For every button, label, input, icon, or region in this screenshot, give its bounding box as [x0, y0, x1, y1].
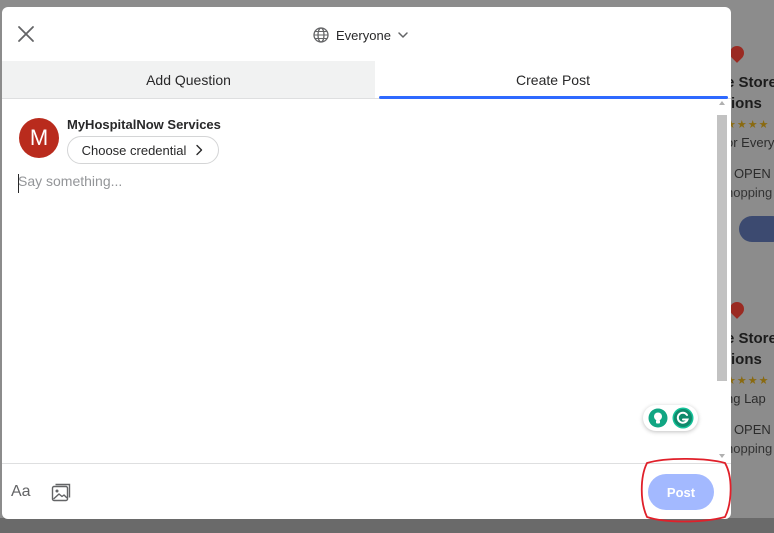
post-text-input[interactable]: [18, 173, 708, 453]
store-title-line2: tions: [726, 95, 762, 112]
modal-header: Everyone: [2, 7, 731, 61]
store-status: · OPEN: [726, 422, 771, 437]
text-format-button[interactable]: Aa: [11, 483, 31, 501]
store-title: e Store: [726, 330, 774, 347]
chevron-right-icon: [196, 144, 203, 156]
lightbulb-icon: [648, 408, 668, 428]
background-bottom-strip: [0, 518, 774, 533]
avatar-letter: M: [29, 125, 49, 150]
avatar[interactable]: M: [19, 118, 59, 158]
chevron-down-icon: [398, 32, 408, 38]
audience-dropdown[interactable]: Everyone: [312, 24, 409, 46]
credential-label: Choose credential: [81, 142, 187, 158]
store-category: hopping: [726, 185, 773, 200]
tab-create-post[interactable]: Create Post: [375, 61, 731, 99]
audience-label: Everyone: [336, 27, 391, 43]
user-name: MyHospitalNow Services: [67, 117, 221, 132]
grammarly-icon: [672, 407, 694, 429]
store-category: hopping: [726, 441, 773, 456]
star-rating: ★★★★: [726, 375, 770, 387]
store-subtitle: ng Lap: [726, 391, 766, 406]
store-action-button: [739, 216, 774, 242]
choose-credential-button[interactable]: Choose credential: [67, 136, 219, 164]
composer: M MyHospitalNow Services Choose credenti…: [2, 99, 731, 463]
globe-icon: [313, 27, 329, 43]
close-button[interactable]: [15, 23, 37, 45]
store-status: · OPEN: [726, 166, 771, 181]
text-caret: [18, 174, 19, 193]
store-subtitle: or Everyo: [726, 135, 774, 150]
store-title-line2: tions: [726, 351, 762, 368]
scroll-up-arrow-icon[interactable]: [719, 101, 725, 105]
create-post-modal: Everyone Add Question Create Post M MyHo…: [2, 7, 731, 519]
scroll-thumb[interactable]: [717, 115, 727, 381]
grammarly-widget[interactable]: [643, 405, 698, 431]
star-rating: ★★★★: [726, 119, 770, 131]
tab-label: Create Post: [516, 71, 590, 88]
add-image-button[interactable]: [50, 482, 72, 504]
tab-bar: Add Question Create Post: [2, 61, 731, 99]
scroll-down-arrow-icon[interactable]: [719, 454, 725, 458]
store-title: e Store: [726, 74, 774, 91]
image-icon: [51, 483, 71, 502]
tab-add-question[interactable]: Add Question: [2, 61, 375, 98]
scrollbar[interactable]: [716, 99, 728, 463]
post-button[interactable]: Post: [648, 474, 714, 510]
close-icon: [18, 26, 34, 42]
tab-label: Add Question: [146, 71, 231, 88]
background-store-card: e Store tions ★★★★ or Everyo · OPEN hopp…: [726, 43, 774, 242]
background-store-card: e Store tions ★★★★ ng Lap · OPEN hopping: [726, 299, 774, 456]
composer-footer: Aa Post: [2, 463, 731, 519]
